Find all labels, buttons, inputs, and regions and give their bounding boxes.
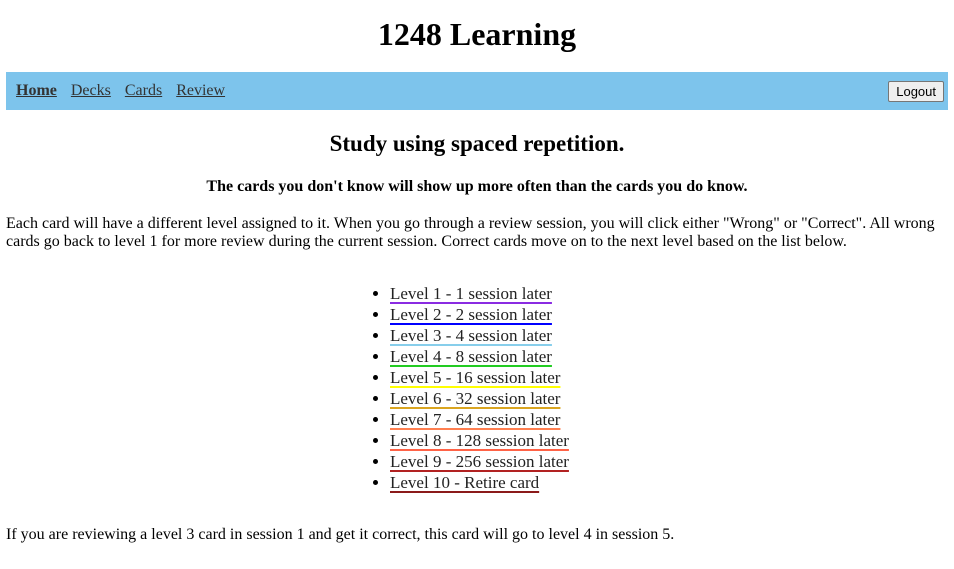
level-link[interactable]: Level 2 - 2 session later — [390, 305, 552, 324]
nav-review-link[interactable]: Review — [176, 82, 225, 99]
level-link[interactable]: Level 8 - 128 session later — [390, 431, 569, 450]
app-title: 1248 Learning — [377, 16, 577, 52]
level-link[interactable]: Level 7 - 64 session later — [390, 410, 560, 429]
level-list-item: Level 6 - 32 session later — [390, 388, 590, 409]
example-text: If you are reviewing a level 3 card in s… — [6, 526, 675, 543]
page-heading: Study using spaced repetition. — [329, 131, 625, 156]
level-list: Level 1 - 1 session later Level 2 - 2 ses… — [358, 283, 590, 493]
nav-home-link[interactable]: Home — [16, 82, 57, 99]
nav-cards-link[interactable]: Cards — [125, 82, 162, 99]
logout-button[interactable]: Logout — [888, 80, 944, 102]
page-subheading: The cards you don't know will show up mo… — [206, 178, 748, 195]
level-list-item: Level 4 - 8 session later — [390, 346, 590, 367]
level-list-item: Level 5 - 16 session later — [390, 367, 590, 388]
level-list-item: Level 8 - 128 session later — [390, 430, 590, 451]
level-list-item: Level 9 - 256 session later — [390, 451, 590, 472]
level-list-item: Level 1 - 1 session later — [390, 283, 590, 304]
nav-decks-link[interactable]: Decks — [71, 82, 111, 99]
level-link[interactable]: Level 1 - 1 session later — [390, 284, 552, 303]
level-list-item: Level 2 - 2 session later — [390, 304, 590, 325]
level-list-item: Level 7 - 64 session later — [390, 409, 590, 430]
level-link[interactable]: Level 6 - 32 session later — [390, 389, 560, 408]
level-link[interactable]: Level 5 - 16 session later — [390, 368, 560, 387]
level-list-item: Level 10 - Retire card — [390, 472, 590, 493]
nav-links: Home Decks Cards Review — [16, 82, 235, 100]
level-link[interactable]: Level 9 - 256 session later — [390, 452, 569, 471]
level-link[interactable]: Level 10 - Retire card — [390, 473, 539, 492]
level-link[interactable]: Level 4 - 8 session later — [390, 347, 552, 366]
nav-bar: Home Decks Cards Review Logout — [6, 72, 948, 110]
level-list-item: Level 3 - 4 session later — [390, 325, 590, 346]
level-link[interactable]: Level 3 - 4 session later — [390, 326, 552, 345]
intro-text: Each card will have a different level as… — [6, 215, 935, 250]
